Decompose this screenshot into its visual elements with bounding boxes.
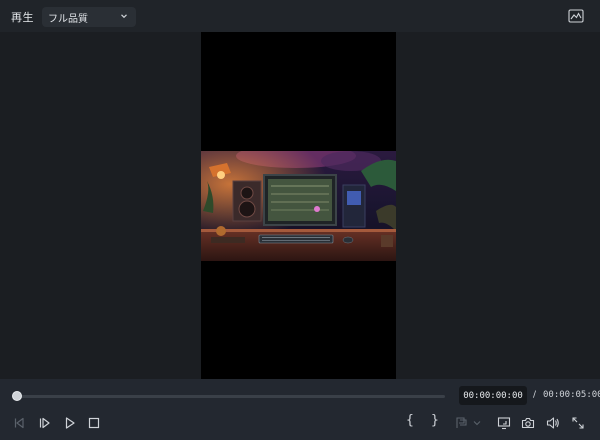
seek-handle[interactable] (12, 391, 22, 401)
previous-frame-icon[interactable] (12, 416, 26, 430)
video-frame (201, 32, 396, 379)
time-separator: / (533, 390, 537, 400)
volume-icon[interactable] (546, 416, 560, 430)
waveform-chart-icon[interactable] (568, 9, 584, 23)
mark-out-icon[interactable]: } (431, 413, 439, 428)
quality-dropdown[interactable]: フル品質 (42, 7, 136, 27)
video-viewer[interactable] (0, 32, 600, 379)
mark-in-icon[interactable]: { (406, 413, 414, 428)
snapshot-icon[interactable] (521, 416, 535, 430)
top-bar: 再生 フル品質 (0, 0, 600, 32)
play-frame-icon[interactable] (38, 416, 52, 430)
play-icon[interactable] (63, 416, 77, 430)
chevron-down-icon (119, 11, 129, 21)
current-time-field[interactable]: 00:00:00:00 (459, 386, 527, 405)
video-preview-image (201, 151, 396, 261)
control-bar: 00:00:00:00 / 00:00:05:00 { } (0, 379, 600, 440)
total-duration: 00:00:05:00 (543, 390, 600, 400)
marker-icon[interactable] (455, 416, 483, 430)
display-icon[interactable] (497, 416, 511, 430)
quality-selected-value: フル品質 (48, 13, 88, 25)
panel-title: 再生 (11, 11, 34, 24)
seek-track[interactable] (17, 395, 445, 398)
playback-panel: 再生 フル品質 00:00:00:00 / 00:00:05:00 {} (0, 0, 600, 440)
stop-icon[interactable] (87, 416, 101, 430)
fullscreen-icon[interactable] (571, 416, 585, 430)
